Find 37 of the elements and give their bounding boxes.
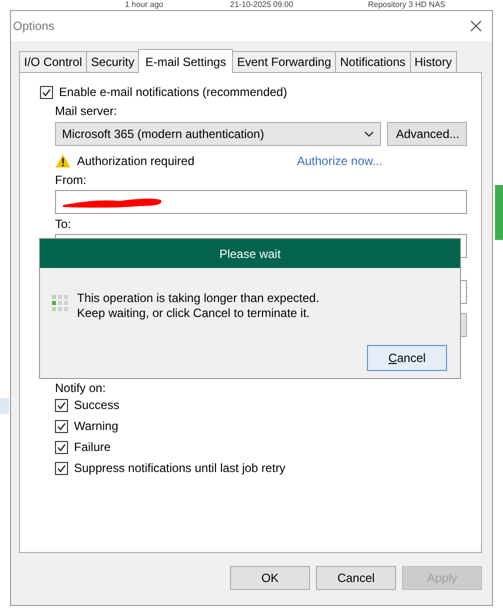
dialog-title: Please wait [40, 239, 460, 268]
field-label: To: [55, 217, 72, 232]
dialog-button[interactable]: OK [230, 566, 310, 590]
window-title: Options [13, 18, 54, 35]
authorize-link[interactable]: Authorize now... [297, 152, 382, 170]
background-table-cell: 1 hour ago [125, 0, 164, 9]
checkbox-label: Failure [74, 439, 111, 456]
cancel-button[interactable]: Cancel [367, 345, 447, 371]
field-label: Notify on: [55, 381, 107, 396]
advanced-button[interactable]: Advanced... [387, 122, 467, 146]
checkbox[interactable] [55, 420, 68, 432]
checkbox-label: Warning [74, 418, 118, 435]
tab[interactable]: History [410, 51, 457, 72]
tab[interactable]: E-mail Settings [138, 49, 234, 73]
warning-icon [55, 154, 71, 168]
tab[interactable]: I/O Control [19, 51, 88, 72]
background-table-cell: Repository 3 HD NAS [368, 0, 446, 9]
checkbox-label: Suppress notifications until last job retry [74, 460, 286, 477]
dialog-button[interactable]: Cancel [316, 566, 396, 590]
field-label: From: [55, 173, 88, 188]
from-field[interactable] [55, 190, 467, 214]
background-graph-fragment [495, 185, 503, 240]
message-text: This operation is taking longer than expected. Keep waiting, or click Cancel to terminate it. [77, 291, 320, 321]
checkbox[interactable] [55, 398, 68, 412]
progress-dots-icon [52, 295, 68, 311]
mail-server-dropdown[interactable]: Microsoft 365 (modern authentication) [55, 122, 381, 146]
warning-text: Authorization required [77, 153, 196, 170]
checkbox-label: Enable e-mail notifications (recommended) [59, 84, 288, 101]
close-icon[interactable] [470, 20, 482, 32]
checkbox[interactable] [55, 440, 68, 454]
checkbox-label: Success [74, 397, 120, 414]
field-label: Mail server: [55, 104, 118, 119]
caret-icon [364, 131, 374, 137]
background-table-cell: 21-10-2025 09:00 [230, 0, 294, 9]
checkbox[interactable] [40, 86, 53, 98]
background-row-highlight [0, 398, 9, 414]
checkbox[interactable] [55, 462, 68, 474]
